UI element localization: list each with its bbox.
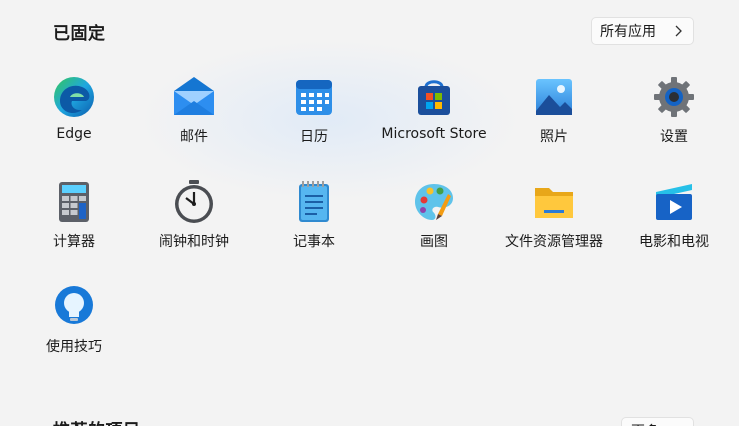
all-apps-label: 所有应用: [600, 24, 656, 40]
app-calendar[interactable]: 日历: [254, 75, 374, 165]
app-label: 邮件: [180, 129, 208, 145]
recommended-section-title: 推荐的项目: [53, 416, 141, 426]
app-alarms-clock[interactable]: 闹钟和时钟: [134, 180, 254, 270]
mail-icon: [174, 77, 214, 115]
more-button[interactable]: 更多: [621, 417, 694, 426]
app-microsoft-store[interactable]: Microsoft Store: [374, 75, 494, 165]
folder-icon: [535, 188, 573, 218]
movie-play-icon: [656, 184, 692, 220]
edge-icon: [54, 77, 94, 117]
app-paint[interactable]: 画图: [374, 180, 494, 270]
app-calculator[interactable]: 计算器: [14, 180, 134, 270]
lightbulb-icon: [55, 286, 93, 324]
calculator-icon: [59, 182, 89, 222]
app-label: 日历: [300, 129, 328, 145]
app-label: 照片: [540, 129, 568, 145]
notepad-icon: [299, 181, 329, 222]
calendar-icon: [296, 80, 332, 115]
chevron-right-icon: [675, 25, 682, 37]
app-file-explorer[interactable]: 文件资源管理器: [494, 180, 614, 270]
app-label: 计算器: [53, 234, 95, 250]
app-label: Microsoft Store: [381, 126, 487, 142]
all-apps-button[interactable]: 所有应用: [591, 17, 694, 45]
app-settings[interactable]: 设置: [614, 75, 734, 165]
gear-icon: [654, 77, 694, 117]
app-label: 电影和电视: [639, 234, 709, 250]
app-label: 闹钟和时钟: [159, 234, 229, 250]
pinned-section-title: 已固定: [53, 24, 106, 44]
app-label: 使用技巧: [46, 339, 102, 355]
photos-icon: [536, 79, 572, 115]
app-label: 文件资源管理器: [505, 234, 603, 250]
clock-icon: [175, 180, 213, 223]
store-icon: [418, 80, 450, 115]
app-edge[interactable]: Edge: [14, 75, 134, 165]
app-label: 画图: [420, 234, 448, 250]
app-tips[interactable]: 使用技巧: [14, 285, 134, 375]
app-label: 记事本: [293, 234, 335, 250]
app-photos[interactable]: 照片: [494, 75, 614, 165]
app-label: 设置: [660, 129, 688, 145]
app-notepad[interactable]: 记事本: [254, 180, 374, 270]
app-mail[interactable]: 邮件: [134, 75, 254, 165]
app-label: Edge: [56, 126, 92, 142]
app-movies-tv[interactable]: 电影和电视: [614, 180, 734, 270]
paint-palette-icon: [415, 184, 453, 220]
